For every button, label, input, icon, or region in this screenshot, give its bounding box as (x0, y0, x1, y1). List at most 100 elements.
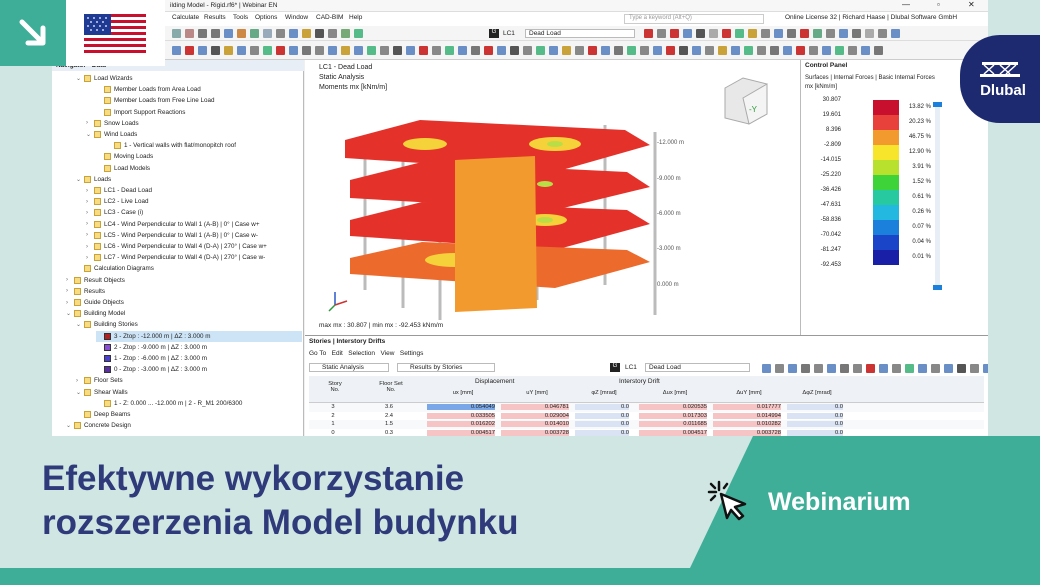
expand-chevron-icon[interactable]: ⌄ (76, 176, 84, 183)
navigator-item[interactable]: 1 - Ztop : -6.000 m | ΔZ : 3.000 m (96, 353, 302, 364)
navigator-item[interactable]: ⌄ Load Wizards (76, 73, 302, 84)
menu-help[interactable]: Help (349, 14, 362, 21)
navigator-item[interactable]: › LC2 - Live Load (86, 196, 302, 207)
menu-tools[interactable]: Tools (233, 14, 248, 21)
expand-chevron-icon[interactable]: › (66, 300, 74, 306)
group-header-drift: Interstory Drift (619, 378, 660, 385)
expand-chevron-icon[interactable]: › (86, 244, 94, 250)
column-header[interactable]: Floor Set No. (361, 381, 421, 393)
expand-chevron-icon[interactable]: ⌄ (86, 131, 94, 138)
column-header[interactable]: Δux [mm] (639, 390, 711, 396)
folder-icon (94, 131, 101, 138)
column-header[interactable]: ΔφZ [mrad] (787, 390, 847, 396)
navigator-item[interactable]: › Result Objects (66, 275, 302, 286)
stories-lc-tag: G (610, 363, 620, 372)
minimize-button[interactable]: — (902, 0, 910, 9)
expand-chevron-icon[interactable]: › (86, 199, 94, 205)
navigator-item[interactable]: ⌄ Wind Loads (86, 129, 302, 140)
navigator-item[interactable]: 3 - Ztop : -12.000 m | ΔZ : 3.000 m (96, 330, 302, 342)
navigator-item[interactable]: › LC6 - Wind Perpendicular to Wall 4 (D-A… (86, 241, 302, 252)
expand-chevron-icon[interactable]: › (86, 232, 94, 238)
results-by-select[interactable]: Results by Stories (397, 363, 495, 372)
navigator-item[interactable]: 1 - Vertical walls with flat/monopitch r… (106, 140, 302, 151)
navigator-item[interactable]: Moving Loads (96, 151, 302, 162)
column-header[interactable]: ux [mm] (427, 390, 499, 396)
navigator-item[interactable]: Member Loads from Free Line Load (96, 95, 302, 106)
navigator-item[interactable]: ⌄ Concrete Design (66, 420, 302, 431)
stories-menu-goto[interactable]: Go To (309, 350, 326, 357)
navigator-item[interactable]: › Floor Sets (76, 375, 302, 386)
navigator-item[interactable]: › Guide Objects (66, 297, 302, 308)
analysis-select[interactable]: Static Analysis (309, 363, 389, 372)
navigator-item[interactable]: › LC3 - Case (i) (86, 207, 302, 218)
table-row[interactable]: 2 2.4 0.033505 0.029004 0.0 0.017303 0.014994 0… (309, 411, 984, 420)
expand-chevron-icon[interactable]: › (86, 120, 94, 126)
navigator-item[interactable]: 0 - Ztop : -3.000 m | ΔZ : 3.000 m (96, 364, 302, 375)
navigator-item[interactable]: › LC5 - Wind Perpendicular to Wall 1 (A-B… (86, 230, 302, 241)
navigator-item[interactable]: ⌄ Shear Walls (76, 387, 302, 398)
stories-panel: Stories | Interstory Drifts Go To Edit S… (305, 335, 988, 436)
expand-chevron-icon[interactable]: › (66, 288, 74, 294)
menu-cad-bim[interactable]: CAD-BIM (316, 14, 343, 21)
column-header[interactable]: ΔuY [mm] (713, 390, 785, 396)
expand-chevron-icon[interactable]: › (76, 378, 84, 384)
model-viewport[interactable]: LC1 - Dead Load Static Analysis Moments … (305, 60, 800, 335)
table-cell: 0.017303 (639, 412, 707, 419)
folder-icon (104, 164, 111, 172)
navigator-item[interactable]: ⌄ Building Stories (76, 319, 302, 330)
navigator-item[interactable]: ⌄ Building Model (66, 308, 302, 319)
column-header[interactable]: uY [mm] (501, 390, 573, 396)
navigator-item[interactable]: › LC7 - Wind Perpendicular to Wall 4 (D-A… (86, 252, 302, 263)
stories-menu-selection[interactable]: Selection (348, 350, 375, 357)
search-input[interactable]: Type a keyword (Alt+Q) (624, 14, 764, 24)
legend-swatch (873, 205, 899, 220)
stories-menu-edit[interactable]: Edit (332, 350, 343, 357)
toolbar-icons-3[interactable] (170, 43, 885, 60)
menu-options[interactable]: Options (255, 14, 277, 21)
navigator-item[interactable]: › Snow Loads (86, 118, 302, 129)
close-button[interactable]: ✕ (968, 0, 975, 9)
folder-icon (94, 243, 101, 250)
navigator-item-label: 2 - Ztop : -9.000 m | ΔZ : 3.000 m (114, 343, 207, 351)
navigator-item[interactable]: › LC1 - Dead Load (86, 185, 302, 196)
expand-chevron-icon[interactable]: ⌄ (66, 422, 74, 429)
expand-chevron-icon[interactable]: ⌄ (76, 75, 84, 82)
folder-icon (104, 399, 111, 407)
stories-menu-view[interactable]: View (380, 350, 394, 357)
table-cell: 1.5 (384, 421, 394, 427)
navigator-item[interactable]: Import Support Reactions (96, 107, 302, 118)
table-row[interactable]: 1 1.5 0.016202 0.014010 0.0 0.011685 0.010282 0… (309, 420, 984, 429)
navigator-item[interactable]: Member Loads from Area Load (96, 84, 302, 95)
legend-slider[interactable] (933, 102, 942, 290)
expand-chevron-icon[interactable]: › (66, 277, 74, 283)
stories-lc-select[interactable]: Dead Load (645, 363, 750, 372)
navigator-item[interactable]: › LC4 - Wind Perpendicular to Wall 1 (A-B… (86, 219, 302, 230)
expand-chevron-icon[interactable]: ⌄ (76, 321, 84, 328)
navigator-item[interactable]: ⌄ Loads (76, 174, 302, 185)
table-cell: 0.0 (575, 404, 629, 410)
table-row[interactable]: 3 3.6 0.054049 0.046781 0.0 0.020535 0.017777 0… (309, 403, 984, 412)
load-case-select[interactable]: Dead Load (525, 29, 635, 38)
menu-results[interactable]: Results (204, 14, 226, 21)
expand-chevron-icon[interactable]: ⌄ (76, 389, 84, 396)
navigator-item[interactable]: 1 - Z: 0.000 ... -12.000 m | 2 - R_M1 20… (96, 398, 302, 409)
table-row[interactable]: 0 0.3 0.004517 0.003728 0.0 0.004517 0.003728 0… (309, 428, 984, 436)
navigator-item[interactable]: 2 - Ztop : -9.000 m | ΔZ : 3.000 m (96, 342, 302, 353)
navigator-item[interactable]: Load Models (96, 163, 302, 174)
expand-chevron-icon[interactable]: › (86, 188, 94, 194)
column-header[interactable]: Story No. (315, 381, 355, 393)
legend-value: -14.015 (820, 157, 841, 163)
expand-chevron-icon[interactable]: › (86, 221, 94, 227)
expand-chevron-icon[interactable]: › (86, 210, 94, 216)
stories-menu-settings[interactable]: Settings (400, 350, 424, 357)
navigator-item[interactable]: › Results (66, 286, 302, 297)
column-header[interactable]: φZ [mrad] (575, 390, 633, 396)
expand-chevron-icon[interactable]: › (86, 255, 94, 261)
navigator-item-label: LC6 - Wind Perpendicular to Wall 4 (D-A)… (104, 243, 267, 250)
navigator-item[interactable]: Calculation Diagrams (76, 263, 302, 274)
expand-chevron-icon[interactable]: ⌄ (66, 310, 74, 317)
navigator-item[interactable]: Deep Beams (76, 409, 302, 420)
menu-window[interactable]: Window (285, 14, 308, 21)
menu-calculate[interactable]: Calculate (172, 14, 199, 21)
maximize-button[interactable]: ▫ (937, 0, 940, 9)
